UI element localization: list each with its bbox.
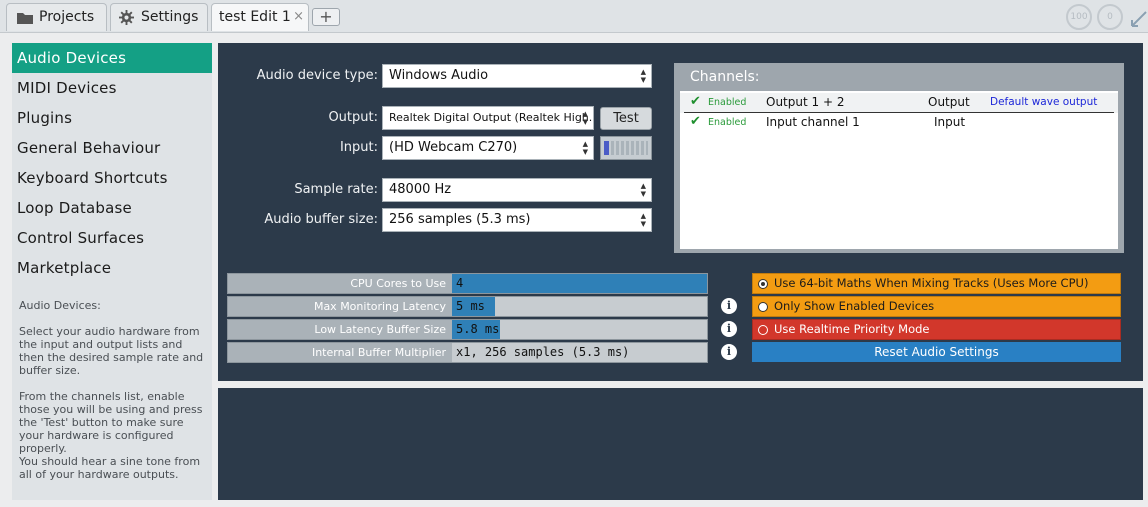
radio-icon xyxy=(758,279,768,289)
updown-arrows-icon: ▲ ▼ xyxy=(640,212,646,228)
slider-label: Low Latency Buffer Size xyxy=(228,320,452,339)
channels-list: ✔ Enabled Output 1 + 2 Output Default wa… xyxy=(680,91,1118,249)
slider-label: CPU Cores to Use xyxy=(228,274,452,293)
realtime-priority-option[interactable]: Use Realtime Priority Mode xyxy=(752,319,1121,340)
input-value: (HD Webcam C270) xyxy=(389,140,518,155)
sidebar-item-marketplace[interactable]: Marketplace xyxy=(12,253,212,283)
cpu-meter-icon: 100 xyxy=(1066,4,1092,30)
slider-value: 5 ms xyxy=(456,299,485,313)
buffer-size-value: 256 samples (5.3 ms) xyxy=(389,212,531,227)
buffer-size-label: Audio buffer size: xyxy=(264,212,378,227)
radio-icon xyxy=(758,325,768,335)
disk-meter-icon: 0 xyxy=(1097,4,1123,30)
gear-icon xyxy=(119,10,134,25)
sidebar-item-keyboard-shortcuts[interactable]: Keyboard Shortcuts xyxy=(12,163,212,193)
close-tab-icon[interactable]: × xyxy=(293,4,304,30)
sidebar-item-control-surfaces[interactable]: Control Surfaces xyxy=(12,223,212,253)
updown-arrows-icon: ▲ ▼ xyxy=(640,68,646,84)
use-64bit-maths-option[interactable]: Use 64-bit Maths When Mixing Tracks (Use… xyxy=(752,273,1121,294)
sidebar-item-midi-devices[interactable]: MIDI Devices xyxy=(12,73,212,103)
input-label: Input: xyxy=(339,140,378,155)
device-type-label: Audio device type: xyxy=(256,68,378,83)
channel-name: Output 1 + 2 xyxy=(766,95,845,109)
device-type-select[interactable]: Windows Audio ▲ ▼ xyxy=(382,64,652,88)
channel-enabled-label: Enabled xyxy=(708,97,747,108)
slider-value: 4 xyxy=(456,276,464,290)
channel-device: Default wave output xyxy=(990,96,1098,108)
slider-value: x1, 256 samples (5.3 ms) xyxy=(456,345,630,359)
internal-buffer-multiplier-slider[interactable]: Internal Buffer Multiplier x1, 256 sampl… xyxy=(227,342,708,363)
device-type-value: Windows Audio xyxy=(389,68,489,83)
info-icon[interactable]: i xyxy=(721,344,737,360)
sample-rate-value: 48000 Hz xyxy=(389,182,452,197)
tab-edit-label: test Edit 1 xyxy=(219,9,291,25)
sidebar-item-general-behaviour[interactable]: General Behaviour xyxy=(12,133,212,163)
lower-panel xyxy=(218,388,1143,500)
max-monitoring-latency-slider[interactable]: Max Monitoring Latency 5 ms xyxy=(227,296,708,317)
channel-enabled-label: Enabled xyxy=(708,117,747,128)
slider-fill xyxy=(452,274,707,293)
sidebar-item-loop-database[interactable]: Loop Database xyxy=(12,193,212,223)
slider-label: Internal Buffer Multiplier xyxy=(228,343,452,362)
channel-name: Input channel 1 xyxy=(766,115,860,129)
tab-projects-label: Projects xyxy=(39,9,95,25)
radio-icon xyxy=(758,302,768,312)
channel-row[interactable]: ✔ Enabled Output 1 + 2 Output Default wa… xyxy=(680,93,1118,113)
output-select[interactable]: Realtek Digital Output (Realtek High... … xyxy=(382,106,594,130)
channel-row[interactable]: ✔ Enabled Input channel 1 Input xyxy=(680,113,1118,133)
sample-rate-select[interactable]: 48000 Hz ▲ ▼ xyxy=(382,178,652,202)
slider-value: 5.8 ms xyxy=(456,322,500,336)
input-level-meter xyxy=(600,136,652,160)
checkmark-icon[interactable]: ✔ xyxy=(690,94,701,109)
tab-bar: Projects Settings test Edit 1 × + 100 0 xyxy=(0,0,1148,33)
low-latency-buffer-slider[interactable]: Low Latency Buffer Size 5.8 ms xyxy=(227,319,708,340)
output-value: Realtek Digital Output (Realtek High... xyxy=(389,111,594,124)
reset-audio-settings-button[interactable]: Reset Audio Settings xyxy=(752,342,1121,362)
option-label: Use Realtime Priority Mode xyxy=(774,322,930,336)
add-tab-button[interactable]: + xyxy=(312,8,340,26)
buffer-size-select[interactable]: 256 samples (5.3 ms) ▲ ▼ xyxy=(382,208,652,232)
folder-icon xyxy=(17,13,33,24)
updown-arrows-icon: ▲ ▼ xyxy=(640,182,646,198)
tab-edit[interactable]: test Edit 1 × xyxy=(211,3,309,31)
tab-settings-label: Settings xyxy=(141,9,199,25)
info-icon[interactable]: i xyxy=(721,321,737,337)
input-level-bar xyxy=(604,141,609,155)
cpu-cores-slider[interactable]: CPU Cores to Use 4 xyxy=(227,273,708,294)
tab-projects[interactable]: Projects xyxy=(6,3,107,31)
option-label: Only Show Enabled Devices xyxy=(774,299,935,313)
slider-label: Max Monitoring Latency xyxy=(228,297,452,316)
checkmark-icon[interactable]: ✔ xyxy=(690,114,701,129)
input-level-ticks xyxy=(611,141,648,155)
sidebar-help-text: Audio Devices: Select your audio hardwar… xyxy=(19,299,204,481)
input-select[interactable]: (HD Webcam C270) ▲ ▼ xyxy=(382,136,594,160)
sample-rate-label: Sample rate: xyxy=(294,182,378,197)
option-label: Use 64-bit Maths When Mixing Tracks (Use… xyxy=(774,276,1089,290)
channels-panel: Channels: ✔ Enabled Output 1 + 2 Output … xyxy=(674,63,1124,253)
updown-arrows-icon: ▲ ▼ xyxy=(582,140,588,156)
sidebar-item-plugins[interactable]: Plugins xyxy=(12,103,212,133)
test-button[interactable]: Test xyxy=(600,107,652,130)
updown-arrows-icon: ▲ ▼ xyxy=(582,110,588,126)
channel-type: Input xyxy=(934,115,966,129)
info-icon[interactable]: i xyxy=(721,298,737,314)
channel-type: Output xyxy=(928,95,970,109)
channels-title: Channels: xyxy=(690,69,760,85)
settings-sidebar: Audio Devices MIDI Devices Plugins Gener… xyxy=(12,43,212,500)
maximize-icon[interactable] xyxy=(1128,4,1148,30)
tab-settings[interactable]: Settings xyxy=(110,3,208,31)
only-show-enabled-devices-option[interactable]: Only Show Enabled Devices xyxy=(752,296,1121,317)
sidebar-item-audio-devices[interactable]: Audio Devices xyxy=(12,43,212,73)
output-label: Output: xyxy=(328,110,378,125)
settings-window: Projects Settings test Edit 1 × + 100 0 … xyxy=(0,0,1148,507)
